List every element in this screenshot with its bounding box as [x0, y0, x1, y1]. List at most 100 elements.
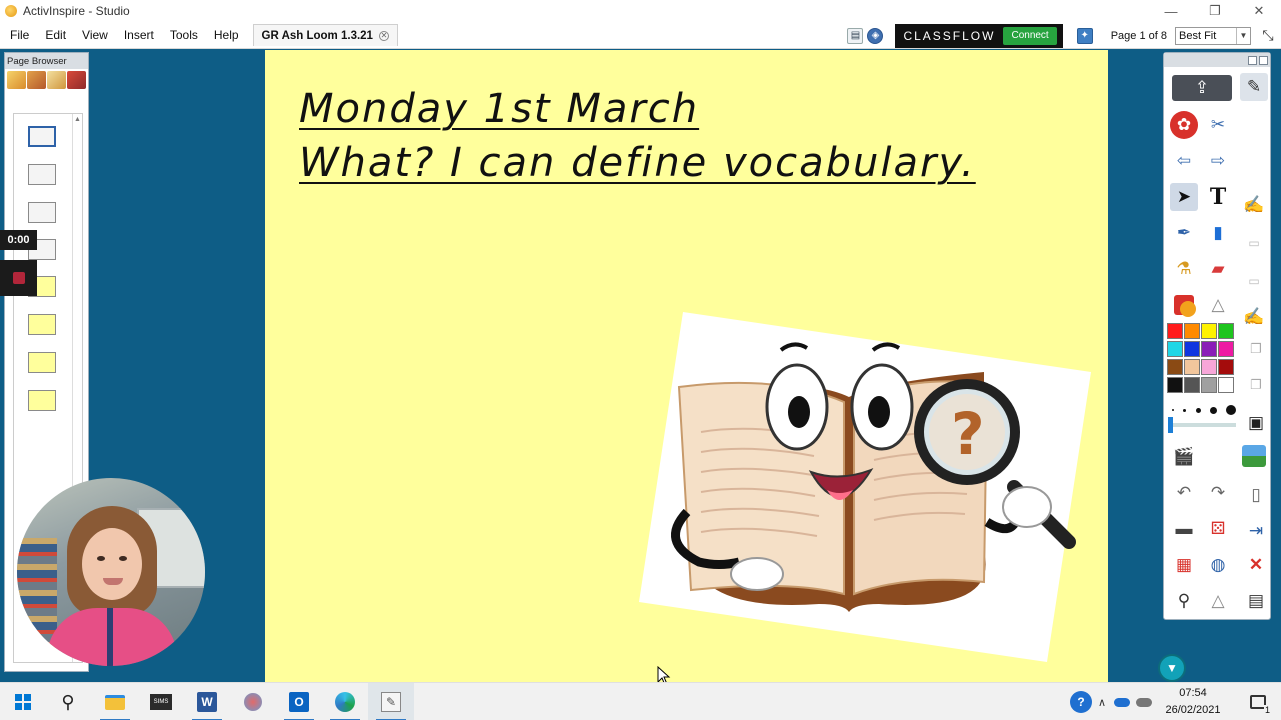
- dice-icon[interactable]: ⚄: [1204, 515, 1232, 543]
- page-icon[interactable]: ▯: [1242, 481, 1270, 509]
- landscape-image-icon[interactable]: [1242, 445, 1266, 467]
- shape-tool-icon[interactable]: [1170, 291, 1198, 319]
- page-thumbnail-3[interactable]: [28, 202, 56, 223]
- connector-icon[interactable]: △: [1204, 291, 1232, 319]
- export-icon[interactable]: ⇥: [1242, 517, 1270, 545]
- pen-width-dots[interactable]: [1172, 403, 1236, 417]
- color-swatch-brown[interactable]: [1167, 359, 1183, 375]
- color-swatch-green[interactable]: [1218, 323, 1234, 339]
- activinspire-dashboard-icon[interactable]: ✿: [1170, 111, 1198, 139]
- stop-recording-button[interactable]: [0, 260, 37, 296]
- clipboard-icon[interactable]: ▤: [1242, 587, 1270, 615]
- menu-insert[interactable]: Insert: [116, 28, 162, 42]
- color-swatch-yellow[interactable]: [1201, 323, 1217, 339]
- restore-button[interactable]: ❐: [1193, 0, 1237, 22]
- page-view-icon[interactable]: ✦: [1076, 27, 1093, 44]
- minimize-button[interactable]: —: [1149, 0, 1193, 22]
- camera-tool-icon[interactable]: ✍: [1240, 303, 1268, 331]
- undo-icon[interactable]: ↶: [1170, 479, 1198, 507]
- page-thumbnail-8[interactable]: [28, 390, 56, 411]
- flipchart-page[interactable]: Monday 1st March What? I can define voca…: [265, 50, 1108, 682]
- share-icon[interactable]: ⇪: [1172, 75, 1232, 101]
- previous-page-icon[interactable]: ⇦: [1170, 147, 1198, 175]
- help-icon[interactable]: ?: [1070, 691, 1092, 713]
- notification-center-button[interactable]: 1: [1247, 691, 1271, 715]
- redo-icon[interactable]: ↷: [1204, 479, 1232, 507]
- floppy-save-icon[interactable]: ▣: [1242, 409, 1270, 437]
- taskbar-search-button[interactable]: ⚲: [45, 683, 91, 720]
- taskbar-file-explorer[interactable]: [92, 683, 138, 720]
- menu-view[interactable]: View: [74, 28, 116, 42]
- page-thumbnail-1[interactable]: [28, 126, 56, 147]
- clapperboard-icon[interactable]: 🎬: [1170, 443, 1198, 471]
- start-button[interactable]: [0, 683, 46, 720]
- dual-user-icon[interactable]: ▤: [847, 27, 864, 44]
- date-heading[interactable]: Monday 1st March: [299, 86, 699, 132]
- slider-thumb[interactable]: [1168, 417, 1173, 433]
- eraser-tool-icon[interactable]: ▰: [1204, 255, 1232, 283]
- toolbox-minimize-icon[interactable]: ▼: [1158, 654, 1186, 682]
- next-page-icon[interactable]: ⇨: [1204, 147, 1232, 175]
- taskbar-word[interactable]: W: [184, 683, 230, 720]
- object-browser-tab-icon[interactable]: [47, 71, 66, 89]
- color-swatch-white[interactable]: [1218, 377, 1234, 393]
- color-swatch-black[interactable]: [1167, 377, 1183, 393]
- taskbar-activinspire[interactable]: ✎: [368, 683, 414, 720]
- onedrive-icon[interactable]: [1114, 697, 1131, 707]
- pen-width-slider[interactable]: [1168, 417, 1236, 433]
- color-swatch-magenta[interactable]: [1218, 341, 1234, 357]
- color-swatch-tan[interactable]: [1184, 359, 1200, 375]
- taskbar-edge[interactable]: [322, 683, 368, 720]
- book-magnifier-clipart[interactable]: ?: [639, 312, 1091, 662]
- classflow-connect-button[interactable]: Connect: [1003, 26, 1057, 45]
- onedrive-personal-icon[interactable]: [1136, 697, 1153, 707]
- page-thumbnail-2[interactable]: [28, 164, 56, 185]
- toolbox-pin-icon[interactable]: [1248, 55, 1257, 65]
- taskbar-sims[interactable]: SIMS: [138, 683, 184, 720]
- color-swatch-red[interactable]: [1167, 323, 1183, 339]
- taskbar-clock[interactable]: 07:54 26/02/2021: [1161, 685, 1225, 719]
- select-tool-icon[interactable]: ➤: [1170, 183, 1198, 211]
- notes-browser-tab-icon[interactable]: [67, 71, 86, 89]
- toolbox-collapse-icon[interactable]: [1259, 55, 1268, 65]
- highlighter-tool-icon[interactable]: ▮: [1204, 219, 1232, 247]
- tools-icon[interactable]: ✂: [1204, 111, 1232, 139]
- close-button[interactable]: ✕: [1237, 0, 1281, 22]
- learning-objective-heading[interactable]: What? I can define vocabulary.: [299, 140, 976, 186]
- resource-library-tab-icon[interactable]: [27, 71, 46, 89]
- show-hidden-icons-chevron-icon[interactable]: ∧: [1098, 696, 1106, 709]
- flipchart-tab[interactable]: GR Ash Loom 1.3.21 ✕: [252, 24, 398, 46]
- color-swatch-pink[interactable]: [1201, 359, 1217, 375]
- fill-tool-icon[interactable]: ⚗: [1170, 255, 1198, 283]
- color-swatch-grey[interactable]: [1201, 377, 1217, 393]
- color-swatch-cyan[interactable]: [1167, 341, 1183, 357]
- page-browser-tab-icon[interactable]: [7, 71, 26, 89]
- taskbar-snipping-tool[interactable]: [230, 683, 276, 720]
- color-swatch-blue[interactable]: [1184, 341, 1200, 357]
- menu-help[interactable]: Help: [206, 28, 247, 42]
- handwriting-icon[interactable]: △: [1204, 587, 1232, 615]
- notepad-pen-icon[interactable]: ✍: [1240, 191, 1268, 219]
- webcam-bubble[interactable]: [17, 478, 205, 666]
- group-icon[interactable]: ▭: [1240, 267, 1268, 295]
- taskbar-outlook[interactable]: O: [276, 683, 322, 720]
- presenter-mode-icon[interactable]: ◈: [867, 27, 884, 44]
- menu-file[interactable]: File: [2, 28, 37, 42]
- clear-icon[interactable]: ❐: [1242, 335, 1270, 363]
- menu-tools[interactable]: Tools: [162, 28, 206, 42]
- color-swatch-purple[interactable]: [1201, 341, 1217, 357]
- zoom-select[interactable]: Best Fit ▼: [1175, 26, 1251, 45]
- calendar-icon[interactable]: ▦: [1170, 551, 1198, 579]
- color-swatch-orange[interactable]: [1184, 323, 1200, 339]
- magnifier-icon[interactable]: ⚲: [1170, 587, 1198, 615]
- page-thumbnail-6[interactable]: [28, 314, 56, 335]
- spacer-icon[interactable]: ▭: [1240, 229, 1268, 257]
- reveal-icon[interactable]: ❐: [1242, 371, 1270, 399]
- color-swatch-darkgrey[interactable]: [1184, 377, 1200, 393]
- delete-icon[interactable]: ✕: [1242, 551, 1270, 579]
- fullscreen-toggle-icon[interactable]: ⤡: [1259, 27, 1277, 44]
- color-swatch-darkred[interactable]: [1218, 359, 1234, 375]
- page-thumbnail-7[interactable]: [28, 352, 56, 373]
- text-tool-icon[interactable]: T: [1204, 183, 1232, 211]
- screen-shade-icon[interactable]: ▬: [1170, 515, 1198, 543]
